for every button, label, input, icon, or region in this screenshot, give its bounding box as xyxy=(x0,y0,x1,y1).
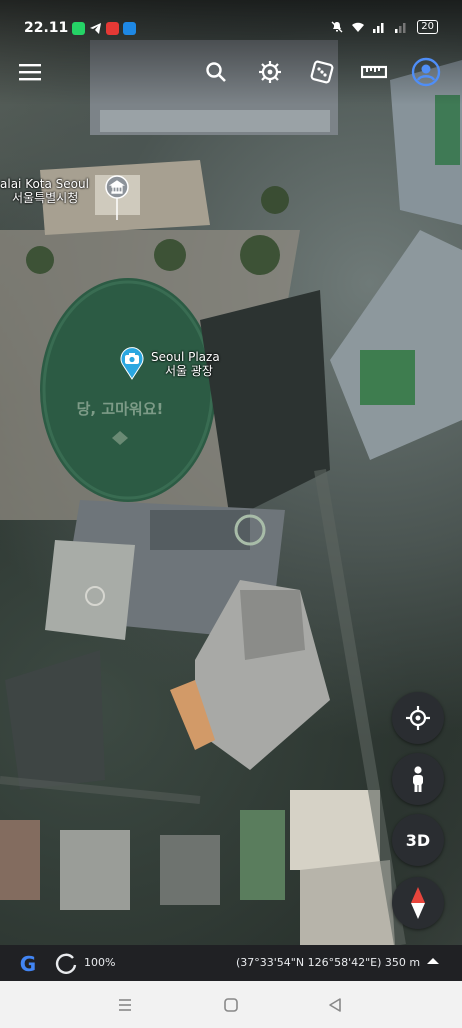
signal-icon xyxy=(373,23,384,33)
satellite-map[interactable]: 당, 고마워요! xyxy=(0,0,462,945)
youtube-icon xyxy=(106,22,119,35)
place-name: Seoul Plaza xyxy=(151,350,220,364)
menu-button[interactable] xyxy=(10,52,50,92)
measure-button[interactable] xyxy=(354,52,394,92)
home-icon xyxy=(224,998,238,1012)
loading-progress xyxy=(55,952,77,977)
voyager-button[interactable] xyxy=(250,52,290,92)
status-bar: 22.11 20 xyxy=(0,0,462,40)
place-native-name: 서울 광장 xyxy=(165,364,213,378)
status-time: 22.11 xyxy=(24,20,69,36)
search-button[interactable] xyxy=(196,52,236,92)
place-name: alai Kota Seoul xyxy=(0,177,89,191)
recent-apps-icon xyxy=(119,999,131,1011)
caret-up-icon xyxy=(427,958,439,964)
mute-icon xyxy=(331,21,343,33)
progress-percent: 100% xyxy=(84,956,116,969)
photo-pin[interactable] xyxy=(119,346,145,384)
feeling-lucky-icon xyxy=(310,60,334,84)
place-native-name: 서울특별시청 xyxy=(12,191,79,205)
signal-icon xyxy=(395,23,406,33)
messages-icon xyxy=(123,22,136,35)
notification-icons xyxy=(72,22,136,35)
google-icon: G xyxy=(20,952,36,976)
menu-icon xyxy=(19,64,41,81)
info-bar: G 100% (37°33'54"N 126°58'42"E) 350 m xyxy=(0,945,462,981)
whatsapp-icon xyxy=(72,22,85,35)
search-icon xyxy=(206,62,226,82)
top-toolbar xyxy=(0,52,462,92)
toggle-3d-button[interactable]: 3D xyxy=(392,814,444,866)
back-icon xyxy=(329,998,341,1012)
my-location-button[interactable] xyxy=(392,692,444,744)
map-imagery: 당, 고마워요! xyxy=(0,0,462,945)
my-location-icon xyxy=(406,706,430,730)
camera-icon xyxy=(120,347,144,380)
pegman-icon xyxy=(413,766,423,792)
landmark-pin[interactable] xyxy=(104,174,130,226)
status-right: 20 xyxy=(331,20,438,34)
landmark-icon xyxy=(105,175,129,220)
coordinates-readout: (37°33'54"N 126°58'42"E) 350 m xyxy=(236,956,421,969)
svg-text:G: G xyxy=(20,952,36,976)
street-view-button[interactable] xyxy=(392,753,444,805)
voyager-icon xyxy=(259,61,281,83)
recent-apps-button[interactable] xyxy=(113,993,137,1017)
place-label-city-hall[interactable]: alai Kota Seoul 서울특별시청 xyxy=(0,177,89,205)
account-icon xyxy=(411,57,441,87)
telegram-icon xyxy=(89,22,102,35)
progress-ring-icon xyxy=(55,953,77,974)
home-button[interactable] xyxy=(219,993,243,1017)
google-logo: G xyxy=(14,950,42,981)
back-button[interactable] xyxy=(323,993,347,1017)
feeling-lucky-button[interactable] xyxy=(302,52,342,92)
svg-text:당, 고마워요!: 당, 고마워요! xyxy=(77,400,164,418)
compass-button[interactable] xyxy=(392,877,444,929)
compass-icon xyxy=(411,887,425,919)
place-label-plaza[interactable]: Seoul Plaza 서울 광장 xyxy=(151,350,220,378)
battery-indicator: 20 xyxy=(417,20,438,34)
system-nav-bar xyxy=(0,981,462,1028)
wifi-icon xyxy=(352,22,365,32)
expand-info-button[interactable] xyxy=(425,951,441,974)
account-button[interactable] xyxy=(406,52,446,92)
measure-icon xyxy=(361,65,387,79)
